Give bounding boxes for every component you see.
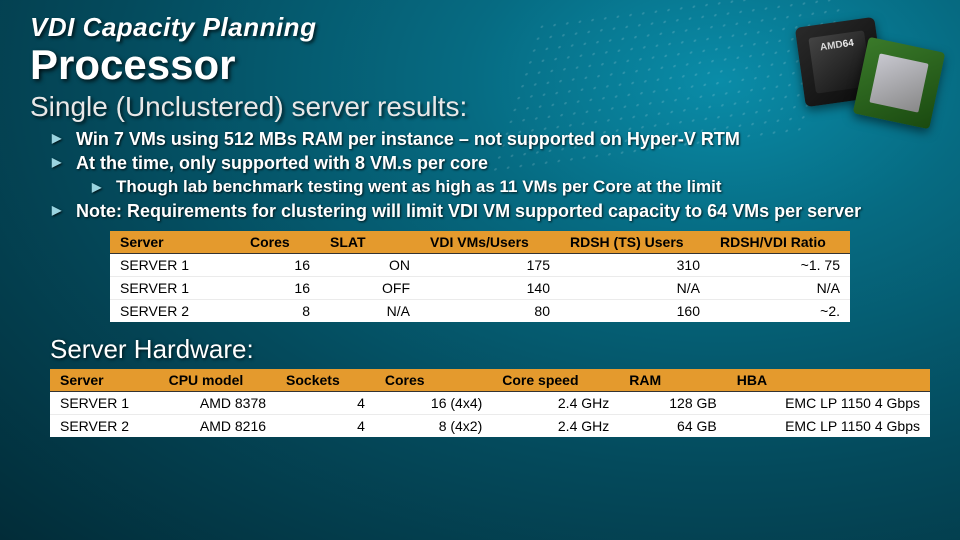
col-rdsh: RDSH (TS) Users — [560, 231, 710, 254]
cell: 2.4 GHz — [492, 391, 619, 414]
table-header-row: Server Cores SLAT VDI VMs/Users RDSH (TS… — [110, 231, 850, 254]
cell: SERVER 1 — [50, 391, 159, 414]
col-sockets: Sockets — [276, 369, 375, 392]
bullet-list: Win 7 VMs using 512 MBs RAM per instance… — [48, 127, 930, 223]
cell: AMD 8378 — [159, 391, 276, 414]
cell: 4 — [276, 414, 375, 437]
cell: N/A — [710, 276, 850, 299]
cell: ~1. 75 — [710, 253, 850, 276]
cell: ON — [320, 253, 420, 276]
table-row: SERVER 2 8 N/A 80 160 ~2. — [110, 299, 850, 322]
col-server: Server — [50, 369, 159, 392]
col-cores: Cores — [375, 369, 492, 392]
bullet-item: Note: Requirements for clustering will l… — [48, 199, 930, 223]
bullet-item: At the time, only supported with 8 VM.s … — [48, 151, 930, 175]
cell: N/A — [560, 276, 710, 299]
cell: 64 GB — [619, 414, 726, 437]
cell: SERVER 2 — [50, 414, 159, 437]
bullet-sub-item: Though lab benchmark testing went as hig… — [88, 176, 930, 199]
results-table: Server Cores SLAT VDI VMs/Users RDSH (TS… — [110, 231, 850, 322]
slide-title: Processor — [30, 41, 930, 89]
col-cores: Cores — [240, 231, 320, 254]
hardware-table: Server CPU model Sockets Cores Core spee… — [50, 369, 930, 437]
cell: 140 — [420, 276, 560, 299]
cell: 310 — [560, 253, 710, 276]
table-row: SERVER 1 16 ON 175 310 ~1. 75 — [110, 253, 850, 276]
cell: 16 — [240, 253, 320, 276]
col-ram: RAM — [619, 369, 726, 392]
col-cpu-model: CPU model — [159, 369, 276, 392]
hardware-heading: Server Hardware: — [50, 334, 930, 365]
cell: EMC LP 1150 4 Gbps — [727, 391, 930, 414]
table-header-row: Server CPU model Sockets Cores Core spee… — [50, 369, 930, 392]
cell: 175 — [420, 253, 560, 276]
results-table-wrap: Server Cores SLAT VDI VMs/Users RDSH (TS… — [110, 231, 930, 322]
cell: 4 — [276, 391, 375, 414]
table-row: SERVER 1 16 OFF 140 N/A N/A — [110, 276, 850, 299]
hardware-table-wrap: Server CPU model Sockets Cores Core spee… — [50, 369, 930, 437]
bullet-item: Win 7 VMs using 512 MBs RAM per instance… — [48, 127, 930, 151]
table-row: SERVER 1 AMD 8378 4 16 (4x4) 2.4 GHz 128… — [50, 391, 930, 414]
col-slat: SLAT — [320, 231, 420, 254]
cell: SERVER 1 — [110, 253, 240, 276]
slide-subtitle: Single (Unclustered) server results: — [30, 91, 930, 123]
cell: EMC LP 1150 4 Gbps — [727, 414, 930, 437]
cell: 128 GB — [619, 391, 726, 414]
cell: N/A — [320, 299, 420, 322]
col-vdi: VDI VMs/Users — [420, 231, 560, 254]
cell: 160 — [560, 299, 710, 322]
cell: ~2. — [710, 299, 850, 322]
cell: 8 (4x2) — [375, 414, 492, 437]
cell: 16 — [240, 276, 320, 299]
cell: 2.4 GHz — [492, 414, 619, 437]
table-row: SERVER 2 AMD 8216 4 8 (4x2) 2.4 GHz 64 G… — [50, 414, 930, 437]
col-server: Server — [110, 231, 240, 254]
col-hba: HBA — [727, 369, 930, 392]
cell: 80 — [420, 299, 560, 322]
col-core-speed: Core speed — [492, 369, 619, 392]
cell: AMD 8216 — [159, 414, 276, 437]
slide-kicker: VDI Capacity Planning — [30, 12, 930, 43]
cell: 8 — [240, 299, 320, 322]
cell: OFF — [320, 276, 420, 299]
cell: SERVER 2 — [110, 299, 240, 322]
col-ratio: RDSH/VDI Ratio — [710, 231, 850, 254]
cell: SERVER 1 — [110, 276, 240, 299]
cell: 16 (4x4) — [375, 391, 492, 414]
